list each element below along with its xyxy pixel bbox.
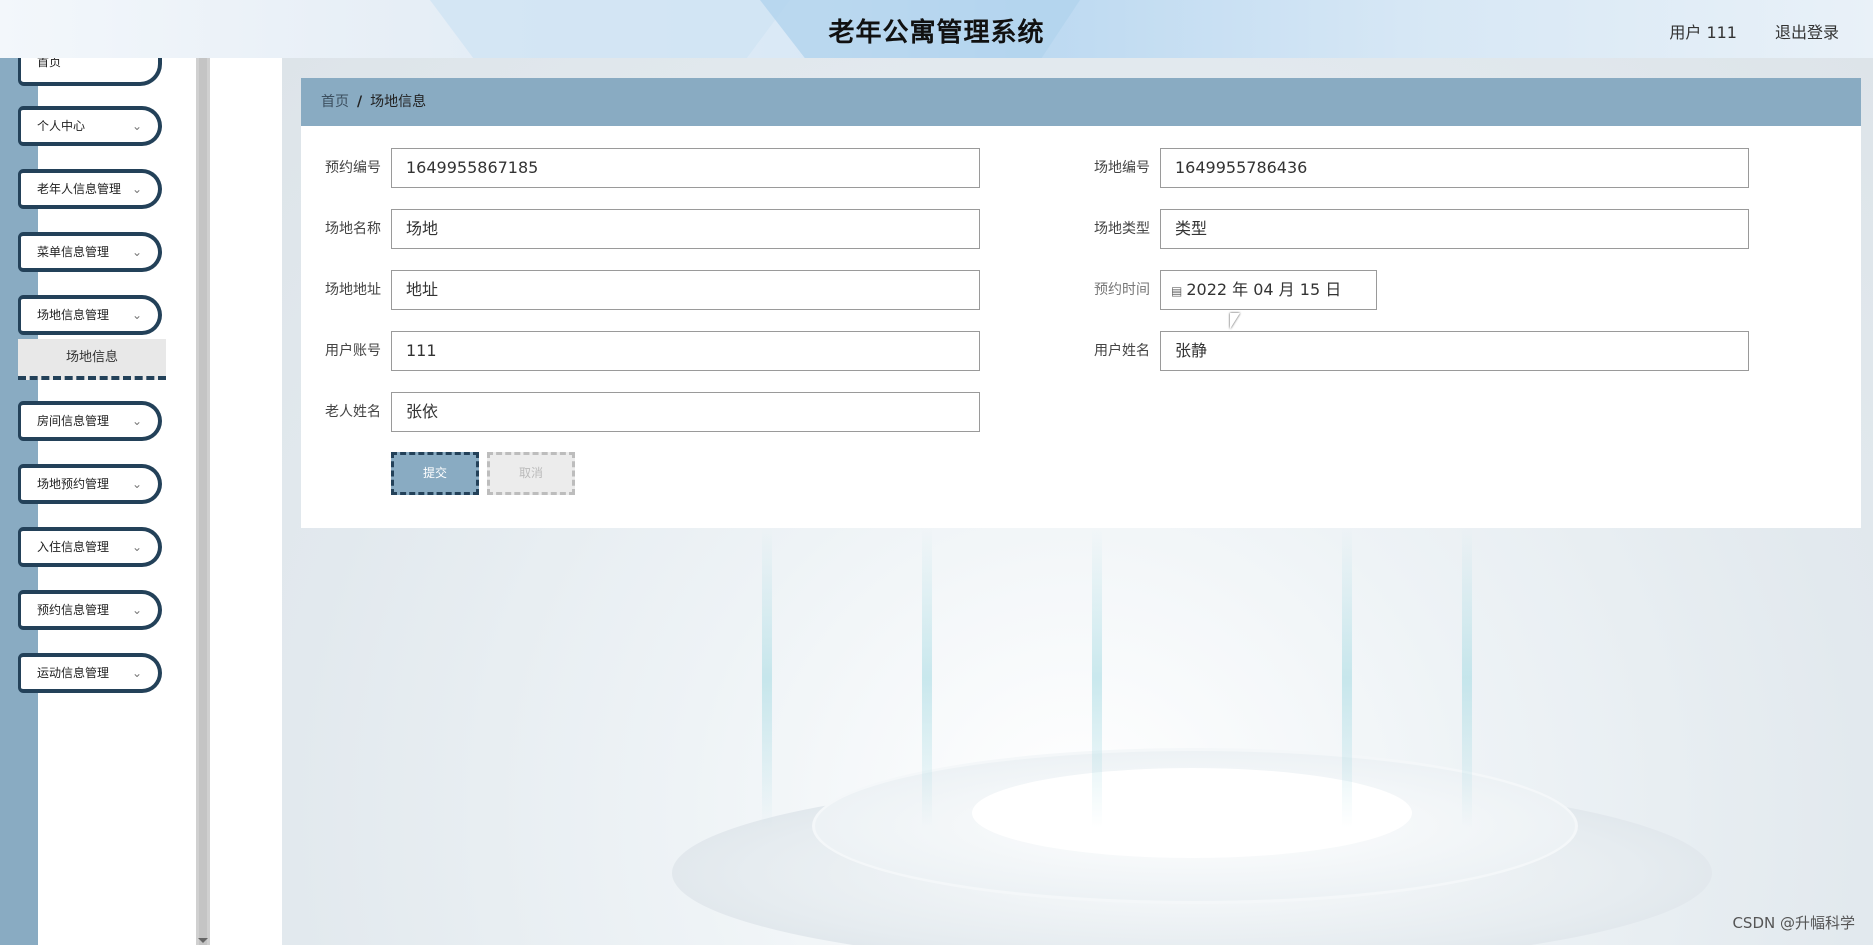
scrollbar-track[interactable] [199,58,207,945]
breadcrumb-home[interactable]: 首页 [321,94,349,110]
chevron-down-icon: ⌄ [131,414,142,428]
breadcrumb-current: 场地信息 [370,94,427,110]
sidebar-item-exercise-info[interactable]: 运动信息管理 ⌄ [18,653,162,693]
background-pillar [1342,528,1352,828]
logout-link[interactable]: 退出登录 [1775,19,1839,43]
reservation-time-label: 预约时间 [1094,282,1150,298]
sidebar-item-label: 房间信息管理 [37,414,110,428]
breadcrumb: 首页 / 场地信息 [301,78,1861,126]
sidebar-item-label: 入住信息管理 [37,540,110,554]
chevron-down-icon: ⌄ [131,603,142,617]
reservation-no-input[interactable]: 1649955867185 [391,148,980,188]
calendar-icon: ▤ [1171,284,1183,298]
background-pillar [1462,528,1472,828]
sidebar-subitem-venue-info[interactable]: 场地信息 [18,339,166,380]
user-account-input[interactable]: 111 [391,331,980,371]
sidebar-item-venue-info[interactable]: 场地信息管理 ⌄ [18,295,162,335]
background-pillar [922,528,932,828]
reservation-time-picker[interactable]: ▤ 2022 年 04 月 15 日 [1160,270,1377,310]
sidebar-item-room-info[interactable]: 房间信息管理 ⌄ [18,401,162,441]
chevron-down-icon: ⌄ [131,245,142,259]
sidebar-gap [210,58,282,945]
sidebar-item-label: 个人中心 [37,119,86,133]
watermark: CSDN @升幅科学 [1732,914,1855,932]
background-pillar [762,528,772,828]
chevron-down-icon: ⌄ [131,540,142,554]
sidebar-item-venue-reservation[interactable]: 场地预约管理 ⌄ [18,464,162,504]
venue-no-label: 场地编号 [1094,160,1150,176]
current-user: 用户 111 [1669,23,1737,42]
venue-name-label: 场地名称 [325,221,381,237]
sidebar-item-label: 场地预约管理 [37,477,110,491]
sidebar-item-menu-info[interactable]: 菜单信息管理 ⌄ [18,232,162,272]
sidebar-scrollbar[interactable] [196,58,210,945]
venue-address-input[interactable]: 地址 [391,270,980,310]
chevron-down-icon: ⌄ [131,477,142,491]
reservation-time-value: 2022 年 04 月 15 日 [1186,280,1342,299]
mouse-cursor-icon [1230,313,1240,329]
elder-name-input[interactable]: 张依 [391,392,980,432]
user-name-label: 用户姓名 [1094,343,1150,359]
sidebar-item-label: 运动信息管理 [37,666,110,680]
sidebar-item-elder-info[interactable]: 老年人信息管理 ⌄ [18,169,162,209]
background-pillar [1092,528,1102,828]
venue-no-input[interactable]: 1649955786436 [1160,148,1749,188]
sidebar-item-checkin-info[interactable]: 入住信息管理 ⌄ [18,527,162,567]
header-bar: 老年公寓管理系统 用户 111 退出登录 [0,0,1873,58]
sidebar-item-reservation-info[interactable]: 预约信息管理 ⌄ [18,590,162,630]
venue-type-input[interactable]: 类型 [1160,209,1749,249]
scroll-down-icon[interactable] [198,938,208,943]
sidebar-item-label: 场地信息管理 [37,308,110,322]
reservation-no-label: 预约编号 [325,160,381,176]
sidebar-item-personal-center[interactable]: 个人中心 ⌄ [18,106,162,146]
chevron-down-icon: ⌄ [131,182,142,196]
submit-button[interactable]: 提交 [391,452,479,495]
chevron-down-icon: ⌄ [131,666,142,680]
sidebar-item-label: 菜单信息管理 [37,245,110,259]
sidebar-item-label: 预约信息管理 [37,603,110,617]
sidebar-item-label: 老年人信息管理 [37,182,122,196]
app-title: 老年公寓管理系统 [828,18,1045,48]
user-account-label: 用户账号 [325,343,381,359]
venue-name-input[interactable]: 场地 [391,209,980,249]
venue-type-label: 场地类型 [1094,221,1150,237]
venue-address-label: 场地地址 [325,282,381,298]
user-name-input[interactable]: 张静 [1160,331,1749,371]
cancel-button[interactable]: 取消 [487,452,575,495]
elder-name-label: 老人姓名 [325,404,381,420]
breadcrumb-separator: / [357,94,363,110]
chevron-down-icon: ⌄ [131,308,142,322]
chevron-down-icon: ⌄ [131,119,142,133]
